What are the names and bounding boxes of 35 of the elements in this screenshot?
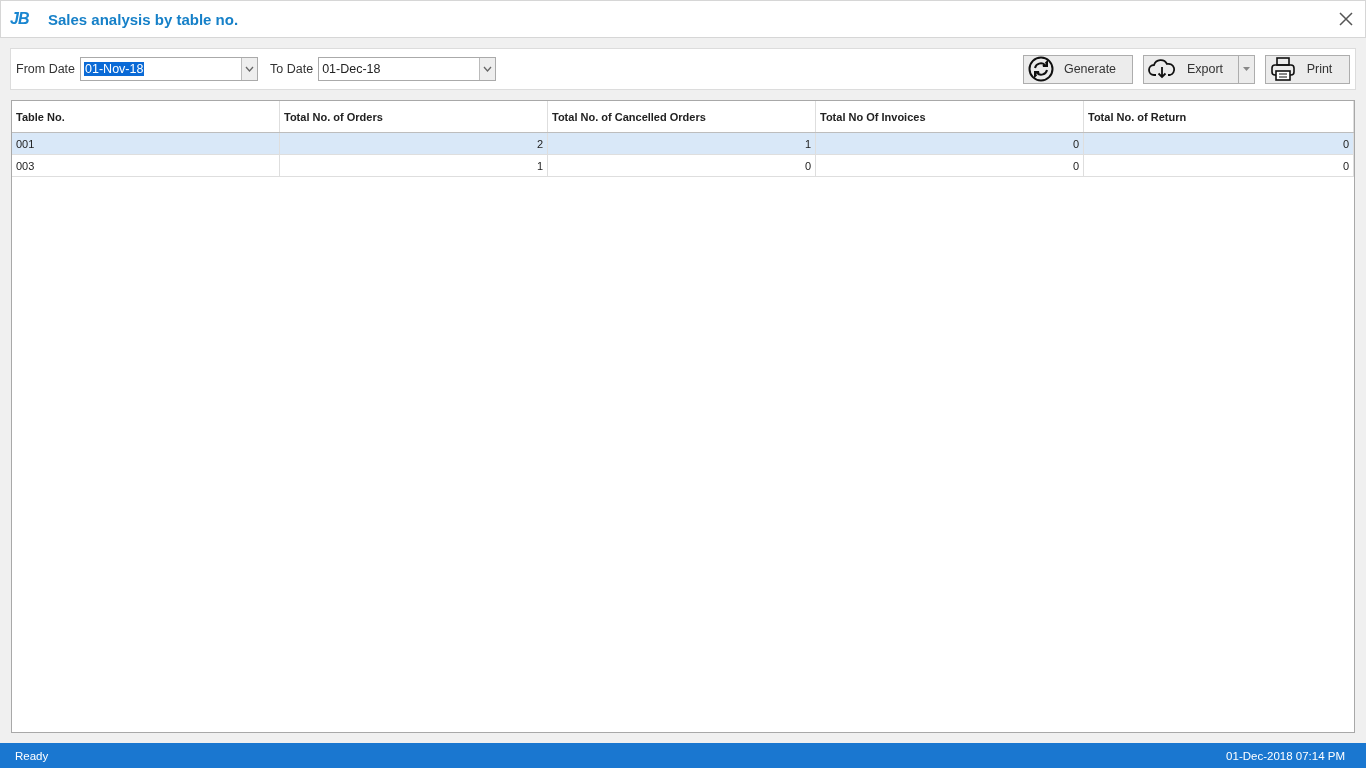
table-row[interactable]: 001 2 1 0 0	[12, 133, 1354, 155]
chevron-icon	[245, 66, 255, 72]
table-cell: 001	[12, 133, 280, 154]
date-label: To Date	[270, 62, 314, 76]
date-label: From Date	[16, 62, 76, 76]
table-cell: 0	[816, 133, 1084, 154]
column-header[interactable]: Total No. of Cancelled Orders	[548, 101, 816, 132]
date-field[interactable]: 01-Nov-18	[80, 57, 259, 81]
column-header[interactable]: Total No. of Orders	[280, 101, 548, 132]
toolbar-button[interactable]: Export	[1143, 54, 1255, 84]
app-logo: JB	[10, 10, 30, 28]
status-datetime: 01-Dec-2018 07:14 PM	[1226, 749, 1345, 762]
table-cell: 2	[280, 133, 548, 154]
close-icon[interactable]	[1339, 12, 1353, 26]
table-cell: 0	[1084, 155, 1354, 176]
chevron-icon	[483, 66, 493, 72]
refresh-icon	[1028, 56, 1054, 82]
table-cell: 0	[548, 155, 816, 176]
table-cell: 0	[816, 155, 1084, 176]
column-header[interactable]: Table No.	[12, 101, 280, 132]
table-row[interactable]: 003 1 0 0 0	[12, 155, 1354, 177]
column-header[interactable]: Total No Of Invoices	[816, 101, 1084, 132]
window-title: Sales analysis by table no.	[48, 10, 240, 28]
toolbar-button[interactable]: Generate	[1023, 54, 1133, 84]
cloud-download-icon	[1148, 58, 1176, 80]
table-cell: 0	[1084, 133, 1354, 154]
date-field[interactable]: 01-Dec-18	[318, 57, 497, 81]
caret-icon[interactable]	[1243, 67, 1250, 71]
table-cell: 003	[12, 155, 280, 176]
toolbar-button[interactable]: Print	[1265, 54, 1350, 84]
printer-icon	[1270, 56, 1296, 82]
status-text: Ready	[15, 749, 49, 762]
table-cell: 1	[280, 155, 548, 176]
table-cell: 1	[548, 133, 816, 154]
column-header[interactable]: Total No. of Return	[1084, 101, 1354, 132]
